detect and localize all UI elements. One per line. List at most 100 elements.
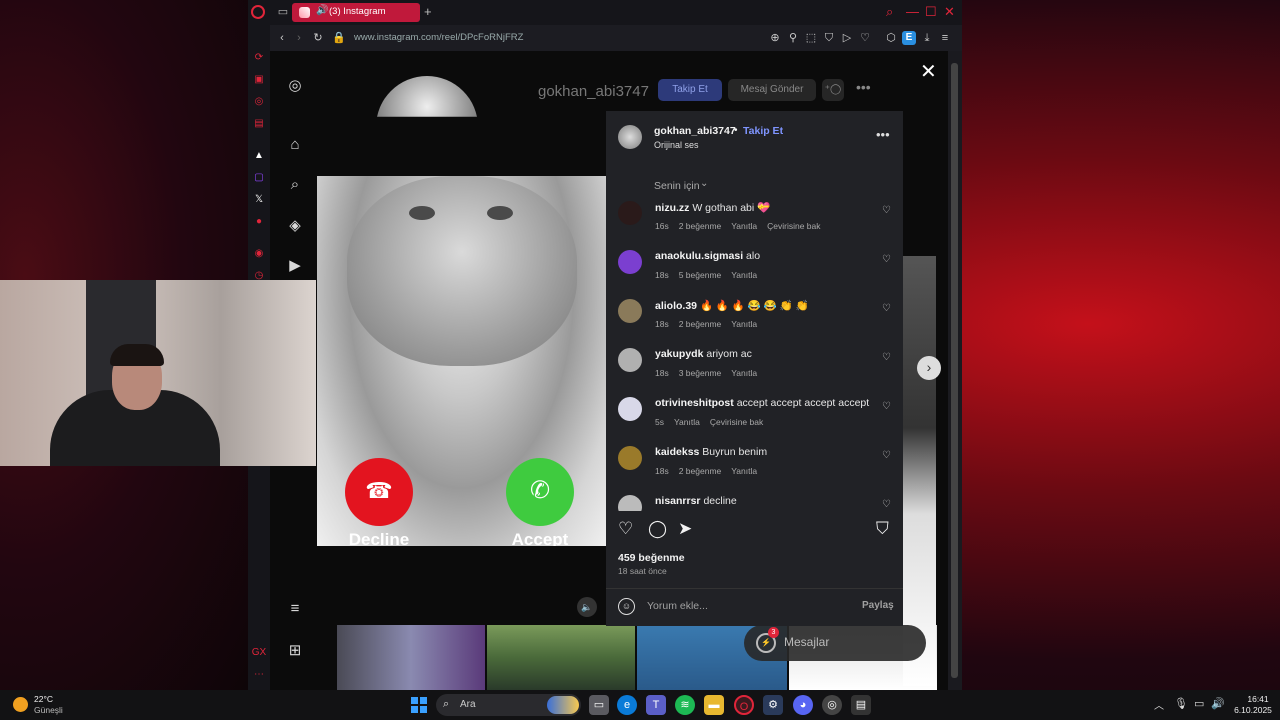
edge-icon[interactable]: e	[617, 695, 637, 715]
comment-like-heart-icon[interactable]: ♡	[882, 401, 891, 412]
close-icon[interactable]: ✕	[920, 59, 937, 84]
translate-button[interactable]: Çevirisine bak	[767, 221, 820, 231]
message-button[interactable]: Mesaj Gönder	[728, 79, 816, 101]
more-icon[interactable]: ⋯	[251, 667, 267, 683]
comment-likes[interactable]: 5 beğenme	[679, 270, 722, 280]
opera-logo-icon[interactable]	[251, 5, 265, 19]
likes-count[interactable]: 459 beğenme	[618, 552, 685, 564]
volume-icon[interactable]: 🔈	[577, 597, 597, 617]
comment-like-heart-icon[interactable]: ♡	[882, 303, 891, 314]
close-window-button[interactable]: ✕	[944, 4, 955, 20]
search-tabs-icon[interactable]: ⌕	[886, 4, 893, 20]
reply-button[interactable]: Yanıtla	[731, 368, 757, 378]
terminal-icon[interactable]: ▤	[851, 695, 871, 715]
reply-button[interactable]: Yanıtla	[731, 270, 757, 280]
comment-icon[interactable]: ◯	[648, 519, 667, 539]
grid-thumbnail[interactable]	[487, 625, 635, 690]
comment-like-heart-icon[interactable]: ♡	[882, 205, 891, 216]
clock-date[interactable]: 6.10.2025	[1228, 705, 1278, 715]
twitch-icon[interactable]: ▢	[251, 170, 267, 186]
reel-video[interactable]: ☎ ✆ Decline Accept	[317, 176, 606, 546]
x-icon[interactable]: 𝕏	[251, 192, 267, 208]
reply-button[interactable]: Yanıtla	[674, 417, 700, 427]
commenter-avatar[interactable]	[618, 495, 642, 511]
sidebar-app-icon[interactable]: ●	[251, 214, 267, 230]
display-icon[interactable]: ▭	[1194, 697, 1204, 710]
post-comment-button[interactable]: Paylaş	[862, 600, 894, 611]
home-icon[interactable]: ⌂	[285, 135, 305, 155]
forward-arrow-icon[interactable]: ›	[292, 31, 306, 45]
chevron-right-icon[interactable]: ›	[917, 356, 941, 380]
profile-username[interactable]: gokhan_abi3747	[538, 83, 649, 100]
taskbar-search[interactable]: ⌕ Ara	[436, 694, 581, 716]
minimize-button[interactable]: —	[906, 4, 919, 19]
commenter-avatar[interactable]	[618, 299, 642, 323]
search-icon[interactable]: ⌕	[285, 175, 305, 195]
lock-icon[interactable]: 🔒	[332, 31, 346, 45]
snapshot-icon[interactable]: ⬚	[804, 31, 818, 45]
comment-like-heart-icon[interactable]: ♡	[882, 254, 891, 265]
speaker-icon[interactable]: 🔊	[316, 5, 328, 16]
page-scrollbar[interactable]	[948, 51, 962, 690]
send-icon[interactable]: ▷	[840, 31, 854, 45]
comment-likes[interactable]: 2 beğenme	[679, 466, 722, 476]
reload-icon[interactable]: ↻	[311, 31, 325, 45]
sidebar-app-icon[interactable]: ▣	[251, 72, 267, 88]
reply-button[interactable]: Yanıtla	[731, 221, 757, 231]
comment-like-heart-icon[interactable]: ♡	[882, 352, 891, 363]
save-bookmark-icon[interactable]: ⛉	[876, 519, 889, 539]
emoji-icon[interactable]: ☺	[618, 598, 635, 615]
commenter-username[interactable]: kaidekss	[655, 446, 699, 458]
reply-button[interactable]: Yanıtla	[731, 319, 757, 329]
weather-description[interactable]: Güneşli	[34, 705, 63, 715]
commenter-username[interactable]: anaokulu.sigmasi	[655, 250, 743, 262]
post-follow-button[interactable]: Takip Et	[743, 125, 783, 137]
opera-gx-taskbar-icon[interactable]: O	[734, 695, 754, 715]
reels-icon[interactable]: ▶	[285, 256, 305, 276]
chevron-down-icon[interactable]: ⌄	[700, 178, 708, 189]
windows-start-icon[interactable]	[411, 697, 427, 713]
bookmark-heart-icon[interactable]: ♡	[858, 31, 872, 45]
sidebar-app-icon[interactable]: ◎	[251, 94, 267, 110]
translate-button[interactable]: Çevirisine bak	[710, 417, 763, 427]
teams-icon[interactable]: T	[646, 695, 666, 715]
post-author-username[interactable]: gokhan_abi3747	[654, 125, 736, 137]
commenter-avatar[interactable]	[618, 201, 642, 225]
hamburger-menu-icon[interactable]: ≡	[285, 599, 305, 619]
spotify-icon[interactable]: ≋	[675, 695, 695, 715]
apps-grid-icon[interactable]: ⊞	[285, 641, 305, 661]
history-icon[interactable]: ⟳	[251, 50, 267, 66]
explore-icon[interactable]: ◈	[285, 216, 305, 236]
back-arrow-icon[interactable]: ‹	[275, 31, 289, 45]
post-author-avatar[interactable]	[618, 125, 642, 149]
chevron-up-icon[interactable]: ︿	[1154, 697, 1164, 712]
comment-like-heart-icon[interactable]: ♡	[882, 450, 891, 461]
scrollbar-thumb[interactable]	[951, 63, 958, 678]
maximize-button[interactable]: ☐	[925, 4, 937, 20]
sidebar-app-icon[interactable]: ▤	[251, 116, 267, 132]
more-options-icon[interactable]: •••	[876, 127, 890, 142]
commenter-username[interactable]: yakupydk	[655, 348, 703, 360]
grid-thumbnail[interactable]	[337, 625, 485, 690]
new-tab-button[interactable]: +	[424, 4, 432, 19]
comment-like-heart-icon[interactable]: ♡	[882, 499, 891, 510]
commenter-avatar[interactable]	[618, 397, 642, 421]
microphone-icon[interactable]: 🎙	[1174, 697, 1188, 710]
tab-instagram[interactable]: 🔊 (3) Instagram	[292, 3, 420, 22]
follow-button[interactable]: Takip Et	[658, 79, 722, 101]
url-field[interactable]: 🔒 www.instagram.com/reel/DPcFoRNjFRZ	[332, 29, 692, 47]
comment-input[interactable]: Yorum ekle...	[647, 600, 708, 612]
extension-e-icon[interactable]: E	[902, 31, 916, 45]
task-view-icon[interactable]: ▭	[589, 695, 609, 715]
workspace-icon[interactable]: ▭	[276, 5, 290, 19]
discord-icon[interactable]: ◕	[793, 695, 813, 715]
commenter-avatar[interactable]	[618, 250, 642, 274]
comment-sort-dropdown[interactable]: Senin için	[654, 180, 700, 192]
next-reel-preview[interactable]	[903, 256, 936, 686]
more-options-icon[interactable]: •••	[856, 79, 871, 95]
commenter-username[interactable]: nizu.zz	[655, 202, 689, 214]
commenter-avatar[interactable]	[618, 348, 642, 372]
comment-likes[interactable]: 2 beğenme	[679, 319, 722, 329]
player-icon[interactable]: ◉	[251, 246, 267, 262]
pin-icon[interactable]: ⚲	[786, 31, 800, 45]
